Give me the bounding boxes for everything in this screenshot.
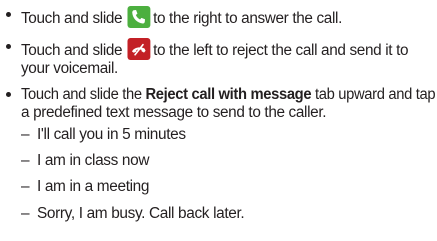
dash: – [21,205,30,222]
message-option-text: Sorry, I am busy. Call back later. [37,205,245,222]
dash: – [21,152,30,169]
phone-reject-icon [127,38,151,60]
message-option-text: I'll call you in 5 minutes [37,126,186,143]
message-option: – I am in class now [21,152,149,170]
bullet-text: Touch and slide to the right to answer t… [21,6,437,28]
bullet-text-after: tab upward and tap [311,86,436,103]
bullet-dot [6,12,11,17]
dash: – [21,178,30,195]
bullet-text-before: Touch and slide [21,42,123,59]
bullet-text-before: Touch and slide the [21,86,146,103]
bullet-dot [6,44,11,49]
message-option: – I'll call you in 5 minutes [21,126,186,144]
message-option-text: I am in a meeting [37,178,150,195]
phone-answer-icon [127,6,151,28]
message-option-text: I am in class now [37,152,150,169]
bullet-text-after: to the right to answer the call. [153,10,342,27]
bullet-text-before: Touch and slide [21,10,123,27]
bullet-text-line2: your voicemail. [21,60,118,77]
bullet-text-after: to the left to reject the call and send … [153,42,409,59]
bullet-text: Touch and slide the Reject call with mes… [21,86,437,121]
bullet-text: Touch and slide to the left to reject th… [21,38,437,78]
message-option: – Sorry, I am busy. Call back later. [21,205,245,223]
bullet-text-line2: a predefined text message to send to the… [21,103,327,121]
bullet-dot [6,92,11,97]
reject-call-with-message-label: Reject call with message [145,86,312,103]
instructions-page: Touch and slide to the right to answer t… [0,0,437,241]
dash: – [21,126,30,143]
message-option: – I am in a meeting [21,178,149,196]
